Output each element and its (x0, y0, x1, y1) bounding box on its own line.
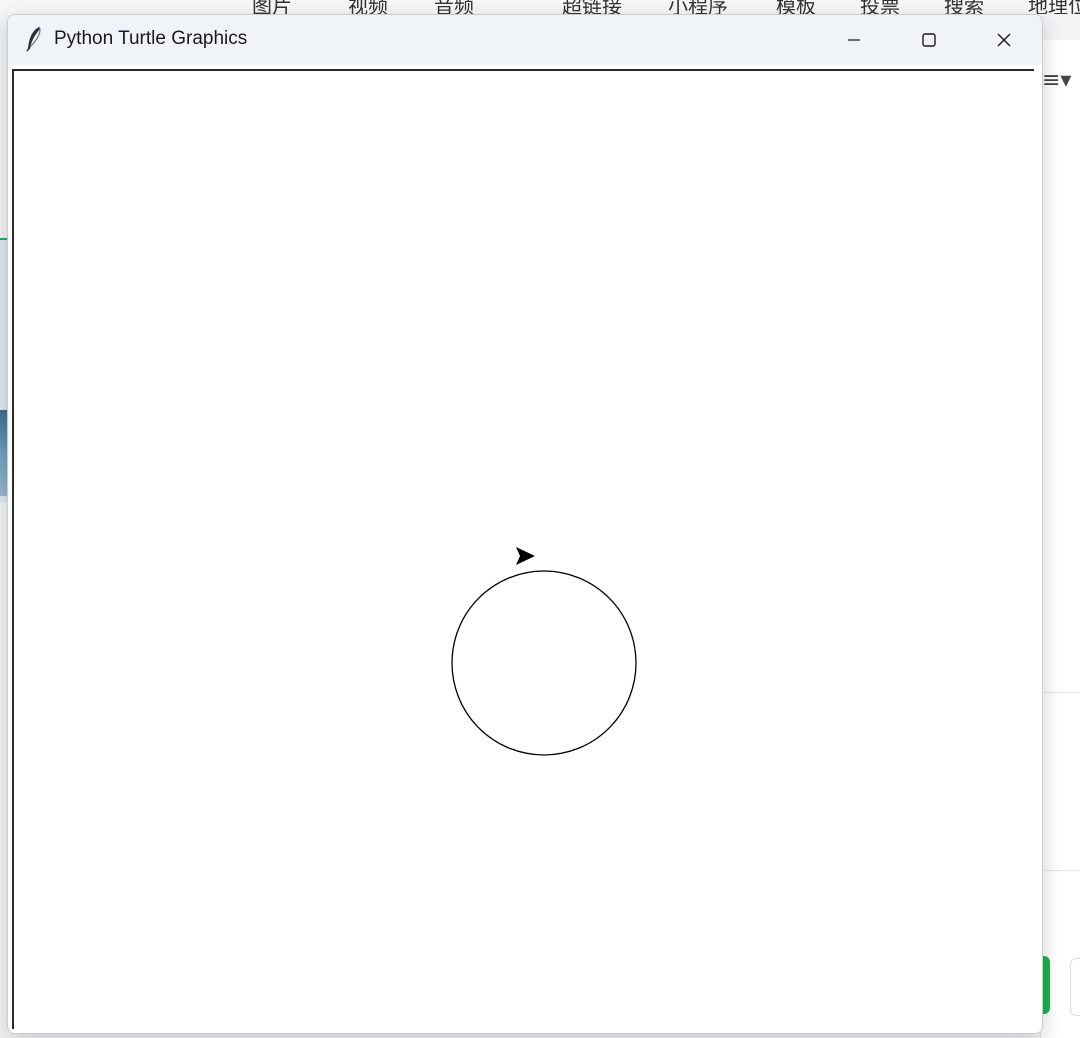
filter-list-icon[interactable]: ≡▾ (1040, 66, 1080, 96)
background-menu-item-hyperlink[interactable]: 超链接 (562, 0, 622, 14)
background-thumbnail-image (0, 410, 7, 496)
background-menu-item-audio[interactable]: 音频 (434, 0, 474, 14)
background-secondary-button[interactable] (1070, 958, 1080, 1016)
turtle-canvas[interactable] (12, 69, 1034, 1029)
background-menu-item-location[interactable]: 地理位置 (1028, 0, 1080, 14)
feather-icon (26, 26, 41, 52)
background-menu-item-miniprogram[interactable]: 小程序 (668, 0, 728, 14)
maximize-button[interactable] (893, 15, 965, 65)
window-titlebar[interactable]: Python Turtle Graphics (8, 15, 1042, 65)
background-menu-item-vote[interactable]: 投票 (860, 0, 900, 14)
background-divider (1044, 692, 1080, 693)
background-editor-toolbar: 图片 视频 音频 超链接 小程序 模板 投票 搜索 地理位置 (0, 0, 1080, 14)
turtle-graphics-window: Python Turtle Graphics (7, 14, 1043, 1034)
turtle-arrow-icon (516, 547, 535, 565)
close-button[interactable] (968, 15, 1040, 65)
background-right-panel (1040, 40, 1080, 1038)
window-title: Python Turtle Graphics (54, 28, 248, 49)
turtle-drawing (451, 547, 637, 756)
desktop: 图片 视频 音频 超链接 小程序 模板 投票 搜索 地理位置 ≡▾ Python… (0, 0, 1080, 1038)
minimize-button[interactable] (818, 15, 890, 65)
background-menu-item-search[interactable]: 搜索 (944, 0, 984, 14)
drawn-circle (451, 570, 637, 756)
background-menu-item-video[interactable]: 视频 (348, 0, 388, 14)
maximize-icon (922, 33, 936, 47)
background-menu-item-image[interactable]: 图片 (252, 0, 292, 14)
background-divider (1044, 870, 1080, 871)
close-icon (997, 33, 1011, 47)
minimize-icon (848, 39, 860, 41)
background-menu-item-template[interactable]: 模板 (776, 0, 816, 14)
